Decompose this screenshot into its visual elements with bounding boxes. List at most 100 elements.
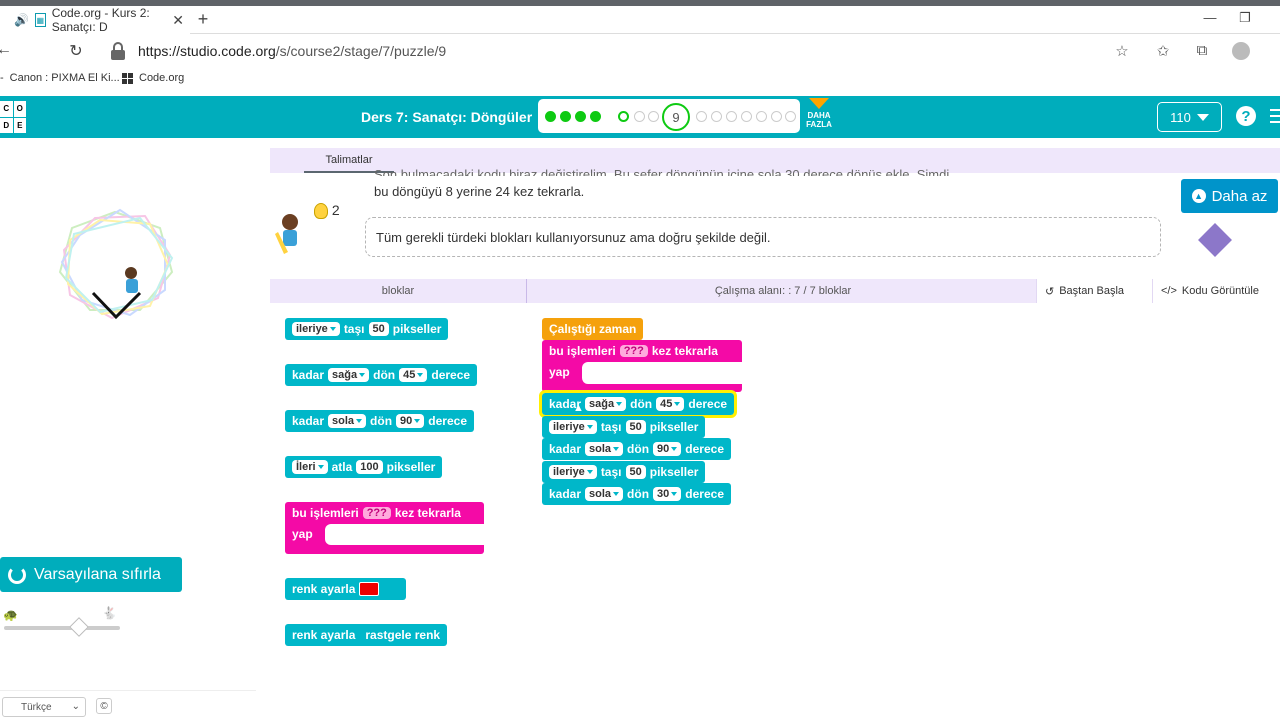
reset-icon	[8, 565, 26, 584]
progress-dot[interactable]	[696, 111, 707, 122]
browser-tab[interactable]: 🔊 ▦ Code.org - Kurs 2: Sanatçı: D ✕	[0, 6, 190, 34]
program-turn-left[interactable]: kadar sola dön 90 derece	[542, 438, 731, 460]
number-field[interactable]: 100	[356, 460, 383, 474]
url-text[interactable]: https://studio.code.org/s/course2/stage/…	[138, 43, 446, 59]
hamburger-icon[interactable]	[1270, 109, 1280, 127]
artist-body	[126, 279, 138, 293]
block-set-color[interactable]: renk ayarla	[285, 578, 406, 600]
block-set-random-color[interactable]: renk ayarla rastgele renk	[285, 624, 448, 646]
footer: Türkçe ⌄ ©	[0, 690, 256, 720]
favorites-icon[interactable]: ✩	[1153, 42, 1173, 60]
direction-dropdown[interactable]: sola	[585, 487, 624, 501]
new-tab-icon[interactable]: +	[194, 9, 212, 29]
progress-dot[interactable]	[590, 111, 601, 122]
direction-dropdown[interactable]: sola	[585, 442, 624, 456]
help-icon[interactable]: ?	[1236, 106, 1256, 126]
reset-button[interactable]: Varsayılana sıfırla	[0, 557, 182, 592]
direction-dropdown[interactable]: sağa	[585, 397, 627, 411]
program-repeat-header: bu işlemleri ??? kez tekrarla	[549, 344, 718, 358]
browser-tab-bar: 🔊 ▦ Code.org - Kurs 2: Sanatçı: D ✕ + — …	[0, 6, 1280, 34]
more-button[interactable]: DAHA FAZLA	[804, 98, 834, 129]
number-field[interactable]: 50	[625, 420, 646, 434]
puzzle-progress: 9	[538, 99, 800, 133]
direction-dropdown[interactable]: sağa	[328, 368, 370, 382]
toolbox-header: bloklar	[270, 279, 527, 303]
angle-dropdown[interactable]: 45	[399, 368, 428, 382]
restore-icon[interactable]: ❐	[1235, 10, 1255, 26]
direction-dropdown[interactable]: ileriye	[549, 465, 597, 479]
number-field[interactable]: 50	[368, 322, 389, 336]
bookmark-codeorg[interactable]: Code.org	[122, 72, 184, 84]
progress-dot[interactable]	[648, 111, 659, 122]
direction-dropdown[interactable]: sola	[328, 414, 367, 428]
feedback-message: Tüm gerekli türdeki blokları kullanıyors…	[365, 217, 1161, 257]
progress-dot[interactable]	[741, 111, 752, 122]
drawing-canvas	[58, 208, 174, 320]
instructions-text-clipped: Son bulmacadaki kodu biraz değiştirelim.…	[374, 167, 953, 176]
chevron-down-icon: ⌄	[71, 701, 80, 712]
progress-dot[interactable]	[771, 111, 782, 122]
copyright-button[interactable]: ©	[96, 698, 112, 714]
progress-dot[interactable]	[711, 111, 722, 122]
progress-dot[interactable]	[634, 111, 645, 122]
workspace-header-label: Çalışma alanı: : 7 / 7 bloklar	[714, 285, 852, 297]
star-icon[interactable]: ☆	[1112, 42, 1132, 60]
number-field[interactable]: 50	[625, 465, 646, 479]
when-run-block[interactable]: Çalıştığı zaman	[542, 318, 644, 340]
close-tab-icon[interactable]: ✕	[172, 12, 184, 29]
collections-icon[interactable]: ⧉	[1192, 42, 1212, 59]
mouse-cursor-icon: ▲	[573, 402, 584, 414]
hint-button[interactable]: 2	[314, 202, 340, 220]
progress-dot[interactable]	[545, 111, 556, 122]
speed-slider[interactable]	[4, 617, 120, 637]
angle-dropdown[interactable]: 90	[396, 414, 425, 428]
block-move-forward[interactable]: ileriye taşı 50 pikseller	[285, 318, 449, 340]
progress-dot[interactable]	[726, 111, 737, 122]
block-jump-forward[interactable]: İleri atla 100 pikseller	[285, 456, 443, 478]
block-turn-left[interactable]: kadar sola dön 90 derece	[285, 410, 474, 432]
address-bar: ← ↻ https://studio.code.org/s/course2/st…	[0, 34, 1280, 68]
codeorg-header: CO DE Ders 7: Sanatçı: Döngüler 9 DAHA F…	[0, 96, 1280, 138]
bookmarks-bar: - Canon : PIXMA El Ki... Code.org	[0, 68, 1280, 90]
slider-thumb[interactable]	[69, 617, 90, 637]
angle-dropdown[interactable]: 30	[653, 487, 682, 501]
speaker-icon[interactable]: 🔊	[14, 13, 29, 27]
reload-icon[interactable]: ↻	[66, 41, 86, 61]
repeat-count-field[interactable]: ???	[362, 507, 391, 519]
color-swatch[interactable]	[359, 582, 380, 596]
program-turn-left[interactable]: kadar sola dön 30 derece	[542, 483, 731, 505]
back-icon[interactable]: ←	[0, 41, 14, 59]
show-less-button[interactable]: ▲ Daha az	[1181, 179, 1278, 213]
program-turn-right[interactable]: kadar sağa dön 45 derece	[538, 390, 738, 418]
show-code-button[interactable]: </> Kodu Görüntüle	[1152, 279, 1280, 303]
progress-dot[interactable]	[575, 111, 586, 122]
minimize-icon[interactable]: —	[1200, 10, 1220, 25]
instructions-text: bu döngüyü 8 yerine 24 kez tekrarla.	[374, 184, 585, 199]
repeat-count-field[interactable]: ???	[619, 345, 648, 357]
progress-dot[interactable]	[560, 111, 571, 122]
program-move-forward[interactable]: ileriye taşı 50 pikseller	[542, 461, 706, 483]
direction-dropdown[interactable]: İleri	[292, 460, 328, 474]
direction-dropdown[interactable]: ileriye	[549, 420, 597, 434]
lesson-title[interactable]: Ders 7: Sanatçı: Döngüler	[361, 109, 532, 125]
codeorg-logo[interactable]: CO DE	[0, 101, 26, 133]
lock-icon[interactable]	[110, 42, 126, 60]
progress-dot[interactable]	[618, 111, 629, 122]
current-puzzle[interactable]: 9	[662, 103, 690, 131]
block-turn-right[interactable]: kadar sağa dön 45 derece	[285, 364, 478, 386]
collapse-diamond-icon[interactable]	[1198, 223, 1232, 257]
lines-of-code-button[interactable]: 110	[1157, 102, 1222, 132]
progress-dot[interactable]	[756, 111, 767, 122]
language-select[interactable]: Türkçe ⌄	[2, 697, 86, 717]
workspace-header: bloklar Çalışma alanı: : 7 / 7 bloklar ↺…	[270, 279, 1280, 303]
tab-title: Code.org - Kurs 2: Sanatçı: D	[51, 6, 150, 34]
bookmark-canon[interactable]: - Canon : PIXMA El Ki...	[0, 72, 120, 84]
restart-button[interactable]: ↺ Baştan Başla	[1036, 279, 1160, 303]
profile-avatar[interactable]	[1232, 42, 1250, 60]
code-icon: </>	[1161, 285, 1177, 297]
program-move-forward[interactable]: ileriye taşı 50 pikseller	[542, 416, 706, 438]
angle-dropdown[interactable]: 45	[656, 397, 685, 411]
angle-dropdown[interactable]: 90	[653, 442, 682, 456]
progress-dot[interactable]	[785, 111, 796, 122]
direction-dropdown[interactable]: ileriye	[292, 322, 340, 336]
